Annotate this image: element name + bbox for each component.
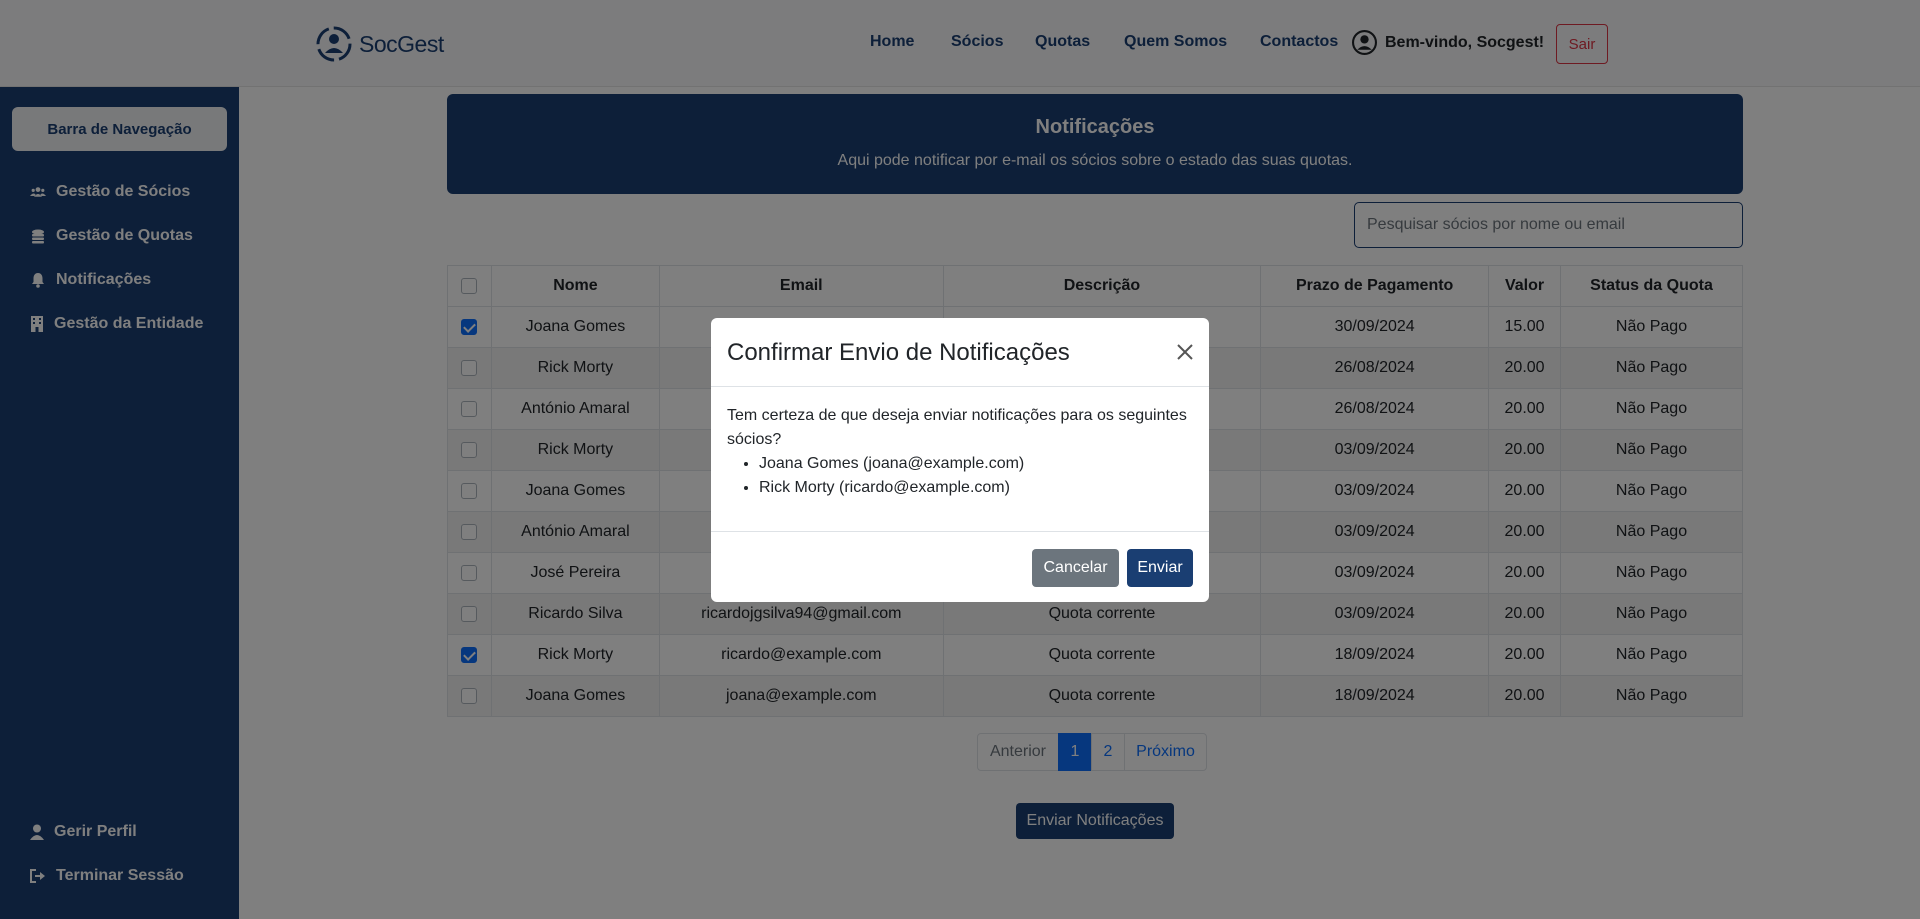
modal-divider [711,531,1209,532]
confirm-modal: Confirmar Envio de Notificações Tem cert… [711,318,1209,602]
modal-title: Confirmar Envio de Notificações [727,339,1070,366]
recipient-item: Joana Gomes (joana@example.com) [759,452,1189,476]
close-icon[interactable] [1175,342,1195,362]
confirm-send-button[interactable]: Enviar [1127,549,1193,587]
recipient-list: Joana Gomes (joana@example.com) Rick Mor… [759,452,1189,500]
modal-divider [711,386,1209,387]
modal-message: Tem certeza de que deseja enviar notific… [727,407,1187,448]
modal-body: Tem certeza de que deseja enviar notific… [727,404,1189,500]
recipient-item: Rick Morty (ricardo@example.com) [759,476,1189,500]
cancel-button[interactable]: Cancelar [1032,549,1119,587]
